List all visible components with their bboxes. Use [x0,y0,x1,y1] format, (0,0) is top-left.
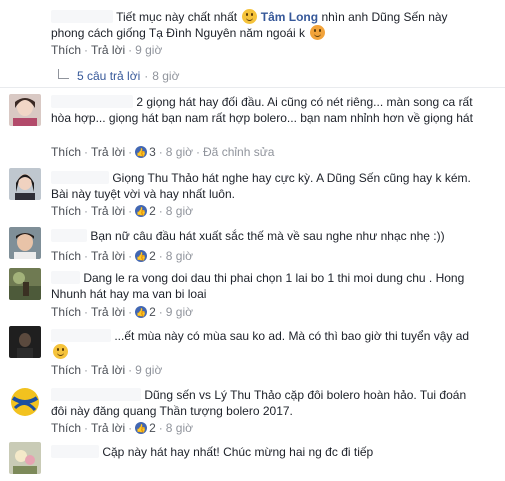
smile-emoji-icon [242,9,258,24]
avatar[interactable] [9,442,41,474]
reply-link[interactable]: Trả lời [91,145,125,159]
comment-text: Giọng Thu Thảo hát nghe hay cực kỳ. A Dũ… [51,171,471,201]
avatar[interactable] [9,227,41,259]
like-count[interactable]: 2 [149,249,156,263]
comment-actions: Thích·Trả lời·2·8 giờ [51,420,193,437]
edited-label[interactable]: Đã chỉnh sửa [203,145,274,159]
view-replies-link[interactable]: 5 câu trả lời [77,69,140,83]
comment-text: Cặp này hát hay nhất! Chúc mừng hai ng đ… [51,444,483,460]
replies-row: 5 câu trả lời · 8 giờ [58,68,179,84]
reply-link[interactable]: Trả lời [91,363,125,377]
comment-actions: Thích·Trả lời·2·8 giờ [51,203,193,220]
avatar[interactable] [9,268,41,300]
avatar[interactable] [9,4,41,36]
reply-link[interactable]: Trả lời [91,421,125,435]
commenter-name[interactable] [51,171,109,184]
avatar[interactable] [9,326,41,358]
timestamp[interactable]: 8 giờ [166,204,193,218]
reply-link[interactable]: Trả lời [91,204,125,218]
comment-actions: Thích·Trả lời·2·8 giờ [51,248,193,265]
like-count-icon [135,145,148,161]
comment: Giọng Thu Thảo hát nghe hay cực kỳ. A Dũ… [0,162,505,222]
timestamp[interactable]: 9 giờ [135,43,162,57]
comment: 2 giọng hát hay đối đầu. Ai cũng có nét … [0,88,505,162]
comment-actions: Thích·Trả lời·2·9 giờ [51,304,193,321]
reply-link[interactable]: Trả lời [91,305,125,319]
commenter-name[interactable] [51,388,141,401]
timestamp[interactable]: 8 giờ [166,421,193,435]
comment: Tiết mục này chất nhất Tâm Long nhìn anh… [0,0,505,70]
like-count[interactable]: 2 [149,305,156,319]
like-count-icon [135,305,148,321]
like-count-icon [135,249,148,265]
commenter-name[interactable] [51,271,80,284]
comment: Dang le ra vong doi dau thi phai chọn 1 … [0,264,505,322]
timestamp[interactable]: 9 giờ [166,305,193,319]
comment: Cặp này hát hay nhất! Chúc mừng hai ng đ… [0,440,505,481]
timestamp[interactable]: 8 giờ [166,145,193,159]
commenter-name[interactable] [51,329,111,342]
comment: Dũng sến vs Lý Thu Thảo cặp đôi bolero h… [0,380,505,440]
comment-text: Bạn nữ câu đầu hát xuất sắc thế mà về sa… [51,228,483,244]
like-count-icon [135,421,148,437]
like-link[interactable]: Thích [51,305,81,319]
like-count[interactable]: 2 [149,204,156,218]
reply-link[interactable]: Trả lời [91,249,125,263]
comment-text: Tiết mục này chất nhất Tâm Long nhìn anh… [51,9,448,40]
comment: Bạn nữ câu đầu hát xuất sắc thế mà về sa… [0,222,505,265]
replies-timestamp: 8 giờ [152,69,180,83]
comment-actions: Thích · Trả lời · 9 giờ [51,43,163,57]
commenter-name[interactable] [51,10,113,23]
commenter-name[interactable] [51,229,87,242]
avatar[interactable] [9,94,41,126]
reply-link[interactable]: Trả lời [91,43,125,57]
like-count[interactable]: 2 [149,421,156,435]
like-link[interactable]: Thích [51,421,81,435]
like-link[interactable]: Thích [51,363,81,377]
timestamp[interactable]: 9 giờ [135,363,162,377]
comment-text: Dũng sến vs Lý Thu Thảo cặp đôi bolero h… [51,388,467,418]
comment-text: 2 giọng hát hay đối đầu. Ai cũng có nét … [51,95,473,125]
like-link[interactable]: Thích [51,43,81,57]
comment-actions: Thích · Trả lời · 9 giờ [51,363,163,377]
like-link[interactable]: Thích [51,249,81,263]
reply-arrow-icon [58,69,69,79]
comment-text: Dang le ra vong doi dau thi phai chọn 1 … [51,271,465,301]
like-link[interactable]: Thích [51,145,81,159]
like-count-icon [135,204,148,220]
commenter-name[interactable] [51,95,133,108]
commenter-name[interactable] [51,445,99,458]
comment: ...ết mùa này có mùa sau ko ad. Mà có th… [0,322,505,380]
avatar[interactable] [9,386,41,418]
smile-emoji-icon [53,344,68,359]
heart-eyes-emoji-icon [310,25,326,40]
comment-actions: Thích·Trả lời·3·8 giờ·Đã chỉnh sửa [51,144,274,161]
avatar[interactable] [9,168,41,200]
comment-text: ...ết mùa này có mùa sau ko ad. Mà có th… [51,328,483,360]
like-link[interactable]: Thích [51,204,81,218]
mention-link[interactable]: Tâm Long [261,10,318,24]
like-count[interactable]: 3 [149,145,156,159]
timestamp[interactable]: 8 giờ [166,249,193,263]
